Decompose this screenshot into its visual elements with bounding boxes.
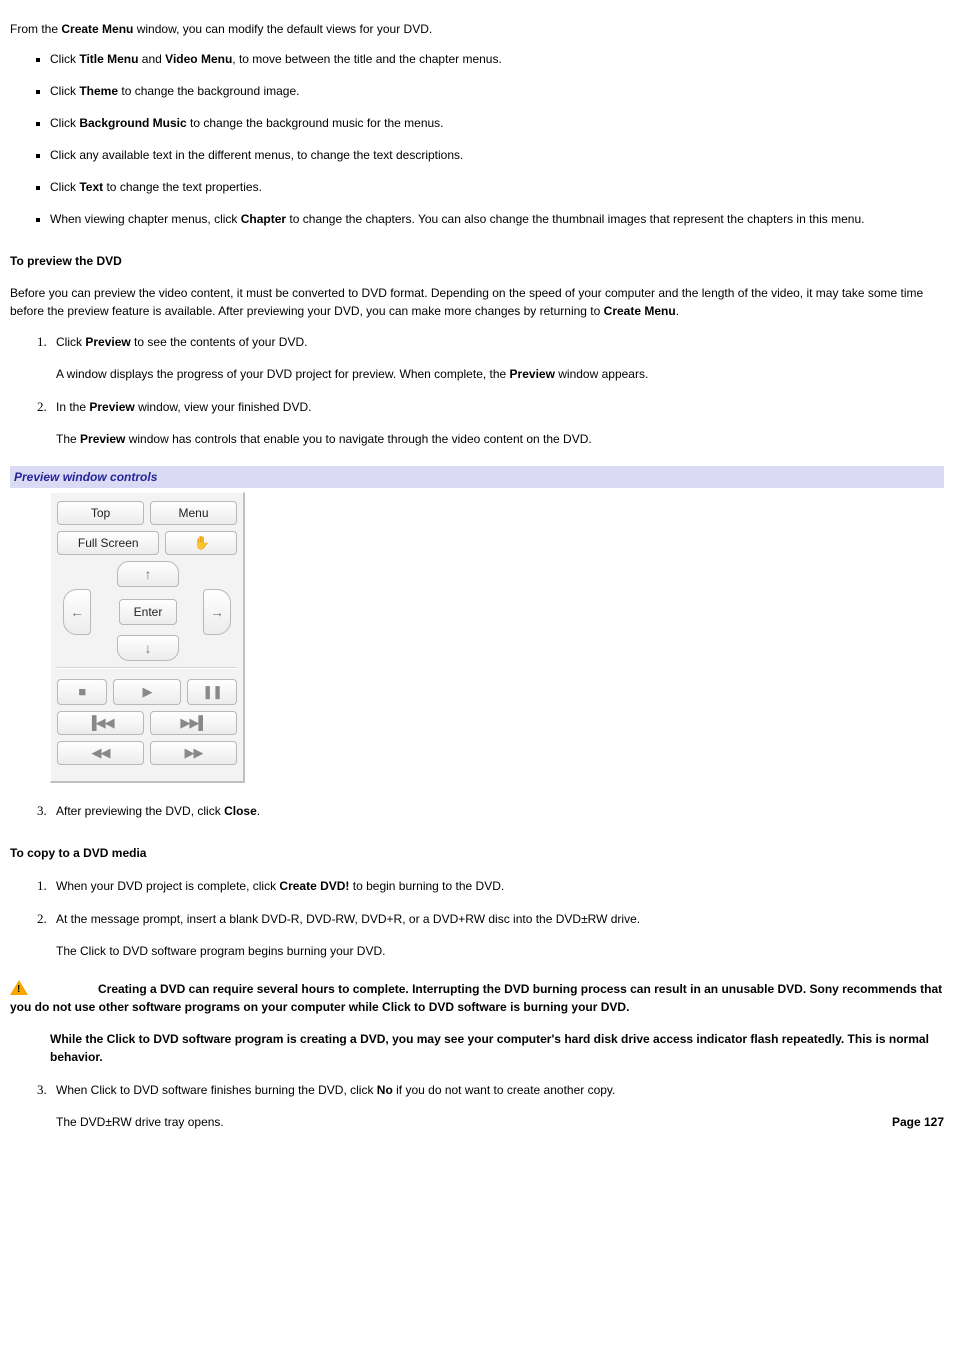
dpad: ↑ ← Enter → ↓ xyxy=(57,561,237,661)
step-1: Click Preview to see the contents of you… xyxy=(50,332,944,383)
bullet-text-desc: Click any available text in the differen… xyxy=(50,146,944,164)
copy-steps-cont: When Click to DVD software finishes burn… xyxy=(10,1080,944,1131)
preview-steps-cont: After previewing the DVD, click Close. xyxy=(10,801,944,820)
rewind-button[interactable]: ◀◀ xyxy=(57,741,144,765)
warning-block: Creating a DVD can require several hours… xyxy=(10,978,944,1066)
warning-text-1: Creating a DVD can require several hours… xyxy=(10,982,942,1014)
preview-intro-paragraph: Before you can preview the video content… xyxy=(10,284,944,320)
skip-fwd-icon: ▶▶▌ xyxy=(180,713,206,733)
play-icon: ▶ xyxy=(142,682,151,702)
enter-button[interactable]: Enter xyxy=(119,599,177,625)
hand-button[interactable]: ✋ xyxy=(165,531,237,555)
warning-icon xyxy=(10,980,28,995)
arrow-right-icon: → xyxy=(210,602,224,623)
arrow-up-icon: ↑ xyxy=(145,564,152,585)
skip-fwd-button[interactable]: ▶▶▌ xyxy=(150,711,237,735)
ffwd-icon: ▶▶ xyxy=(185,743,203,763)
pause-icon: ❚❚ xyxy=(202,682,222,702)
divider xyxy=(57,667,237,669)
left-button[interactable]: ← xyxy=(63,589,91,635)
skip-back-icon: ▐◀◀ xyxy=(87,713,113,733)
play-button[interactable]: ▶ xyxy=(113,679,182,705)
step-2: In the Preview window, view your finishe… xyxy=(50,397,944,448)
copy-steps: When your DVD project is complete, click… xyxy=(10,876,944,960)
right-button[interactable]: → xyxy=(203,589,231,635)
preview-controls-panel: Top Menu Full Screen ✋ ↑ ← Enter → ↓ ■ ▶… xyxy=(50,492,245,783)
step-3: After previewing the DVD, click Close. xyxy=(50,801,944,820)
skip-back-button[interactable]: ▐◀◀ xyxy=(57,711,144,735)
up-button[interactable]: ↑ xyxy=(117,561,179,587)
heading-preview: To preview the DVD xyxy=(10,252,944,270)
copy-step-3: When Click to DVD software finishes burn… xyxy=(50,1080,944,1131)
warning-text-2: While the Click to DVD software program … xyxy=(50,1030,944,1066)
stop-icon: ■ xyxy=(78,682,85,702)
fullscreen-button[interactable]: Full Screen xyxy=(57,531,159,555)
pause-button[interactable]: ❚❚ xyxy=(187,679,237,705)
ffwd-button[interactable]: ▶▶ xyxy=(150,741,237,765)
caption-preview-controls: Preview window controls xyxy=(10,466,944,488)
bullet-chapter: When viewing chapter menus, click Chapte… xyxy=(50,210,944,228)
stop-button[interactable]: ■ xyxy=(57,679,107,705)
heading-copy: To copy to a DVD media xyxy=(10,844,944,862)
arrow-down-icon: ↓ xyxy=(145,638,152,659)
bullet-text-props: Click Text to change the text properties… xyxy=(50,178,944,196)
bullet-theme: Click Theme to change the background ima… xyxy=(50,82,944,100)
hand-icon: ✋ xyxy=(194,533,209,553)
create-menu-bullets: Click Title Menu and Video Menu, to move… xyxy=(10,50,944,228)
menu-button[interactable]: Menu xyxy=(150,501,237,525)
copy-step-2: At the message prompt, insert a blank DV… xyxy=(50,909,944,960)
down-button[interactable]: ↓ xyxy=(117,635,179,661)
arrow-left-icon: ← xyxy=(70,602,84,623)
copy-step-1: When your DVD project is complete, click… xyxy=(50,876,944,895)
page-number: Page 127 xyxy=(892,1113,944,1131)
preview-steps: Click Preview to see the contents of you… xyxy=(10,332,944,448)
bullet-title-video: Click Title Menu and Video Menu, to move… xyxy=(50,50,944,68)
rewind-icon: ◀◀ xyxy=(92,743,110,763)
top-button[interactable]: Top xyxy=(57,501,144,525)
bullet-bg-music: Click Background Music to change the bac… xyxy=(50,114,944,132)
intro-paragraph: From the Create Menu window, you can mod… xyxy=(10,20,944,38)
